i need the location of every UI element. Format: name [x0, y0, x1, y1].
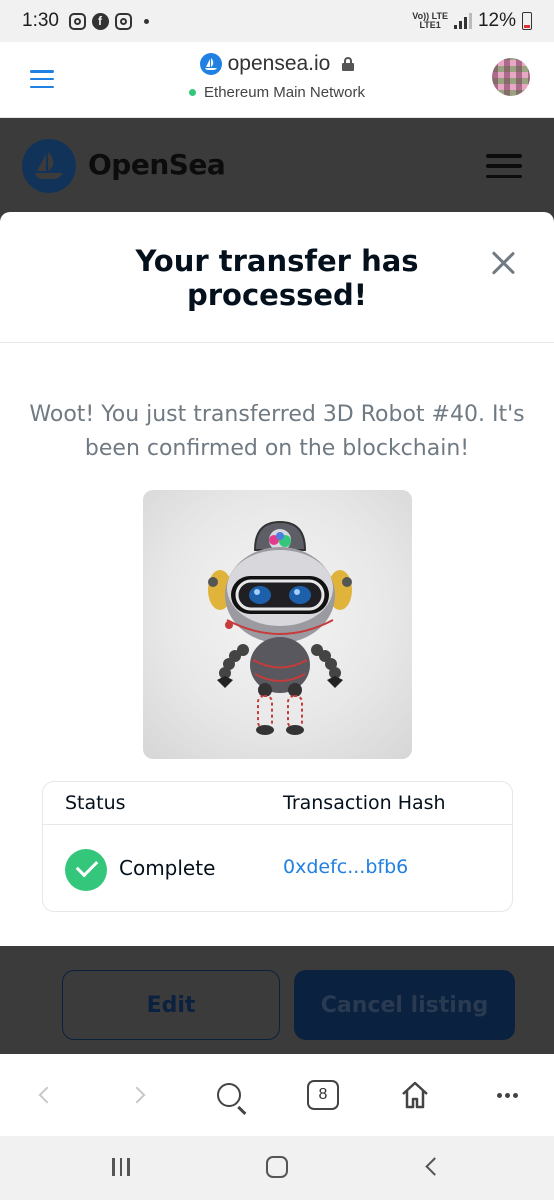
- edit-button[interactable]: Edit: [62, 970, 280, 1040]
- instagram-icon: [68, 12, 86, 30]
- chevron-right-icon: [128, 1086, 146, 1104]
- table-row: Complete 0xdefc...bfb6: [43, 825, 512, 911]
- system-nav-bar: [0, 1136, 554, 1200]
- recent-apps-icon[interactable]: [112, 1158, 130, 1176]
- signal-icon: [453, 13, 472, 29]
- back-nav-icon[interactable]: [425, 1157, 444, 1176]
- cancel-listing-button[interactable]: Cancel listing: [294, 970, 515, 1040]
- home-nav-icon[interactable]: [266, 1156, 288, 1178]
- browser-url-bar: opensea.io Ethereum Main Network: [0, 42, 554, 118]
- notification-icons: [68, 12, 149, 30]
- opensea-site-icon: [199, 53, 222, 75]
- facebook-icon: [91, 12, 109, 30]
- close-icon[interactable]: [490, 250, 516, 276]
- url-display[interactable]: opensea.io Ethereum Main Network: [120, 52, 434, 101]
- search-icon: [217, 1083, 241, 1107]
- browser-toolbar: 8: [0, 1054, 554, 1136]
- opensea-header: OpenSea: [0, 118, 554, 212]
- modal-title: Your transfer has processed!: [135, 244, 419, 312]
- transfer-modal: Your transfer has processed! Woot! You j…: [0, 212, 554, 946]
- opensea-brand[interactable]: OpenSea: [88, 148, 226, 181]
- tabs-button[interactable]: 8: [298, 1054, 348, 1136]
- instagram-icon: [114, 12, 132, 30]
- opensea-logo-icon[interactable]: [22, 139, 76, 193]
- account-avatar[interactable]: [492, 58, 530, 96]
- more-button[interactable]: [482, 1054, 532, 1136]
- home-button[interactable]: [390, 1054, 440, 1136]
- status-column-header: Status: [65, 792, 126, 814]
- more-icon: [496, 1092, 518, 1098]
- modal-message: Woot! You just transferred 3D Robot #40.…: [29, 402, 525, 461]
- forward-button[interactable]: [112, 1054, 162, 1136]
- tabs-icon: 8: [307, 1080, 339, 1110]
- transaction-hash-link[interactable]: 0xdefc...bfb6: [283, 856, 408, 878]
- url-domain: opensea.io: [227, 52, 331, 75]
- robot-illustration: [208, 520, 352, 735]
- battery-level: 12%: [477, 10, 516, 31]
- network-status-dot: [189, 89, 197, 96]
- status-indicators: Vo)) LTE LTE1 12%: [412, 10, 532, 32]
- hash-column-header: Transaction Hash: [283, 792, 446, 814]
- status-time: 1:30: [22, 10, 59, 31]
- home-icon: [402, 1081, 428, 1109]
- listing-actions: Edit Cancel listing: [0, 946, 554, 1054]
- hamburger-icon[interactable]: [486, 154, 522, 178]
- network-type: Vo)) LTE LTE1: [412, 11, 448, 30]
- table-header: Status Transaction Hash: [43, 782, 512, 825]
- more-notifications-icon: [143, 18, 149, 24]
- transaction-table: Status Transaction Hash Complete 0xdefc.…: [42, 781, 513, 912]
- battery-icon: [522, 12, 532, 30]
- lock-icon: [342, 57, 355, 71]
- back-button[interactable]: [22, 1054, 72, 1136]
- chevron-left-icon: [38, 1086, 56, 1104]
- status-bar: 1:30 Vo)) LTE LTE1 12%: [0, 0, 554, 42]
- nft-image: [143, 490, 412, 759]
- modal-header: Your transfer has processed!: [0, 212, 554, 343]
- network-name: Ethereum Main Network: [204, 84, 365, 101]
- wallet-menu-icon[interactable]: [30, 70, 54, 88]
- search-button[interactable]: [204, 1054, 254, 1136]
- status-value: Complete: [119, 856, 216, 880]
- check-circle-icon: [65, 849, 107, 891]
